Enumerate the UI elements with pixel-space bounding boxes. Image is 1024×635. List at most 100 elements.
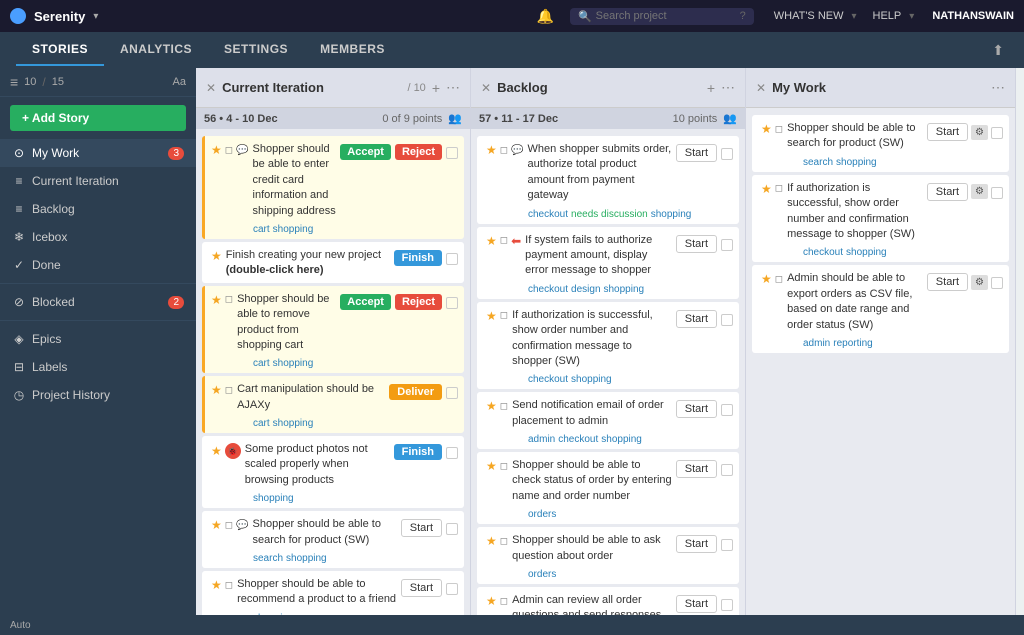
tag-search[interactable]: search (253, 553, 283, 564)
tag-shopping[interactable]: shopping (273, 358, 314, 369)
backlog-add[interactable]: + (707, 80, 715, 96)
settings-button[interactable]: ⚙ (971, 125, 988, 140)
tag-checkout[interactable]: checkout (803, 247, 843, 258)
star-icon[interactable]: ★ (211, 249, 222, 263)
tab-analytics[interactable]: ANALYTICS (104, 34, 208, 66)
story-checkbox[interactable] (721, 599, 733, 611)
tag-cart[interactable]: cart (253, 418, 270, 429)
sidebar-item-my-work[interactable]: ⊙ My Work 3 (0, 139, 196, 167)
sidebar-item-project-history[interactable]: ◷ Project History (0, 381, 196, 409)
story-checkbox[interactable] (446, 447, 458, 459)
story-checkbox[interactable] (446, 523, 458, 535)
start-button[interactable]: Start (676, 400, 717, 418)
star-icon[interactable]: ★ (486, 399, 497, 413)
add-story-button[interactable]: + Add Story (10, 105, 186, 131)
star-icon[interactable]: ★ (211, 143, 222, 157)
whats-new-button[interactable]: WHAT'S NEW (774, 10, 844, 22)
star-icon[interactable]: ★ (211, 444, 222, 458)
current-iteration-add[interactable]: + (432, 80, 440, 96)
start-button[interactable]: Start (927, 123, 968, 141)
story-checkbox[interactable] (721, 404, 733, 416)
tag-shopping[interactable]: shopping (651, 209, 692, 220)
tag-shopping[interactable]: shopping (286, 553, 327, 564)
start-button[interactable]: Start (401, 579, 442, 597)
tag-orders[interactable]: orders (528, 569, 556, 580)
notification-bell[interactable]: 🔔 (537, 8, 554, 25)
tag-cart[interactable]: cart (253, 358, 270, 369)
tag-design[interactable]: design (571, 284, 600, 295)
accept-button[interactable]: Accept (340, 144, 391, 160)
start-button[interactable]: Start (676, 310, 717, 328)
accept-button[interactable]: Accept (340, 294, 391, 310)
current-iteration-menu[interactable]: ⋯ (446, 79, 460, 96)
user-menu[interactable]: NATHANSWAIN (932, 10, 1014, 22)
star-icon[interactable]: ★ (211, 578, 222, 592)
story-checkbox[interactable] (721, 148, 733, 160)
start-button[interactable]: Start (401, 519, 442, 537)
collapse-icon[interactable]: ⬆ (988, 38, 1008, 63)
star-icon[interactable]: ★ (761, 122, 772, 136)
tag-cart[interactable]: cart (253, 224, 270, 235)
story-checkbox[interactable] (991, 127, 1003, 139)
tag-admin[interactable]: admin (803, 338, 830, 349)
story-checkbox[interactable] (721, 464, 733, 476)
star-icon[interactable]: ★ (486, 534, 497, 548)
start-button[interactable]: Start (927, 183, 968, 201)
sidebar-item-blocked[interactable]: ⊘ Blocked 2 (0, 288, 196, 316)
font-size-icon[interactable]: Aa (173, 76, 186, 88)
tag-shopping[interactable]: shopping (604, 284, 645, 295)
start-button[interactable]: Start (927, 273, 968, 291)
story-checkbox[interactable] (721, 539, 733, 551)
tag-shopping[interactable]: shopping (571, 374, 612, 385)
tag-shopping[interactable]: shopping (273, 224, 314, 235)
start-button[interactable]: Start (676, 144, 717, 162)
story-checkbox[interactable] (446, 297, 458, 309)
star-icon[interactable]: ★ (486, 143, 497, 157)
tag-shopping[interactable]: shopping (273, 418, 314, 429)
tag-checkout[interactable]: checkout (528, 284, 568, 295)
tag-shopping[interactable]: shopping (836, 157, 877, 168)
help-button[interactable]: HELP (873, 10, 902, 22)
reject-button[interactable]: Reject (395, 144, 442, 160)
sidebar-item-labels[interactable]: ⊟ Labels (0, 353, 196, 381)
current-iteration-close[interactable]: ✕ (206, 81, 216, 95)
story-checkbox[interactable] (991, 187, 1003, 199)
settings-button[interactable]: ⚙ (971, 184, 988, 199)
tag-checkout[interactable]: checkout (528, 374, 568, 385)
tag-checkout[interactable]: checkout (528, 209, 568, 220)
tag-shopping[interactable]: shopping (846, 247, 887, 258)
star-icon[interactable]: ★ (211, 383, 222, 397)
my-work-close[interactable]: ✕ (756, 81, 766, 95)
tab-settings[interactable]: SETTINGS (208, 34, 304, 66)
my-work-menu[interactable]: ⋯ (991, 79, 1005, 96)
backlog-menu[interactable]: ⋯ (721, 79, 735, 96)
settings-button[interactable]: ⚙ (971, 275, 988, 290)
sidebar-item-epics[interactable]: ◈ Epics (0, 325, 196, 353)
finish-button[interactable]: Finish (394, 250, 442, 266)
tag-shopping[interactable]: shopping (253, 493, 294, 504)
tag-checkout[interactable]: checkout (558, 434, 598, 445)
star-icon[interactable]: ★ (761, 182, 772, 196)
tab-stories[interactable]: STORIES (16, 34, 104, 66)
star-icon[interactable]: ★ (486, 459, 497, 473)
backlog-close[interactable]: ✕ (481, 81, 491, 95)
star-icon[interactable]: ★ (486, 234, 497, 248)
sidebar-item-done[interactable]: ✓ Done (0, 251, 196, 279)
tag-reporting[interactable]: reporting (833, 338, 872, 349)
finish-button[interactable]: Finish (394, 444, 442, 460)
deliver-button[interactable]: Deliver (389, 384, 442, 400)
tag-search[interactable]: search (803, 157, 833, 168)
star-icon[interactable]: ★ (486, 309, 497, 323)
tab-members[interactable]: MEMBERS (304, 34, 401, 66)
tag-needs-discussion[interactable]: needs discussion (571, 209, 648, 220)
story-checkbox[interactable] (721, 239, 733, 251)
sidebar-item-icebox[interactable]: ❄ Icebox (0, 223, 196, 251)
story-checkbox[interactable] (721, 314, 733, 326)
reject-button[interactable]: Reject (395, 294, 442, 310)
sidebar-item-backlog[interactable]: ≡ Backlog (0, 195, 196, 223)
star-icon[interactable]: ★ (211, 293, 222, 307)
story-checkbox[interactable] (446, 387, 458, 399)
start-button[interactable]: Start (676, 460, 717, 478)
story-checkbox[interactable] (991, 277, 1003, 289)
tag-shopping[interactable]: shopping (601, 434, 642, 445)
